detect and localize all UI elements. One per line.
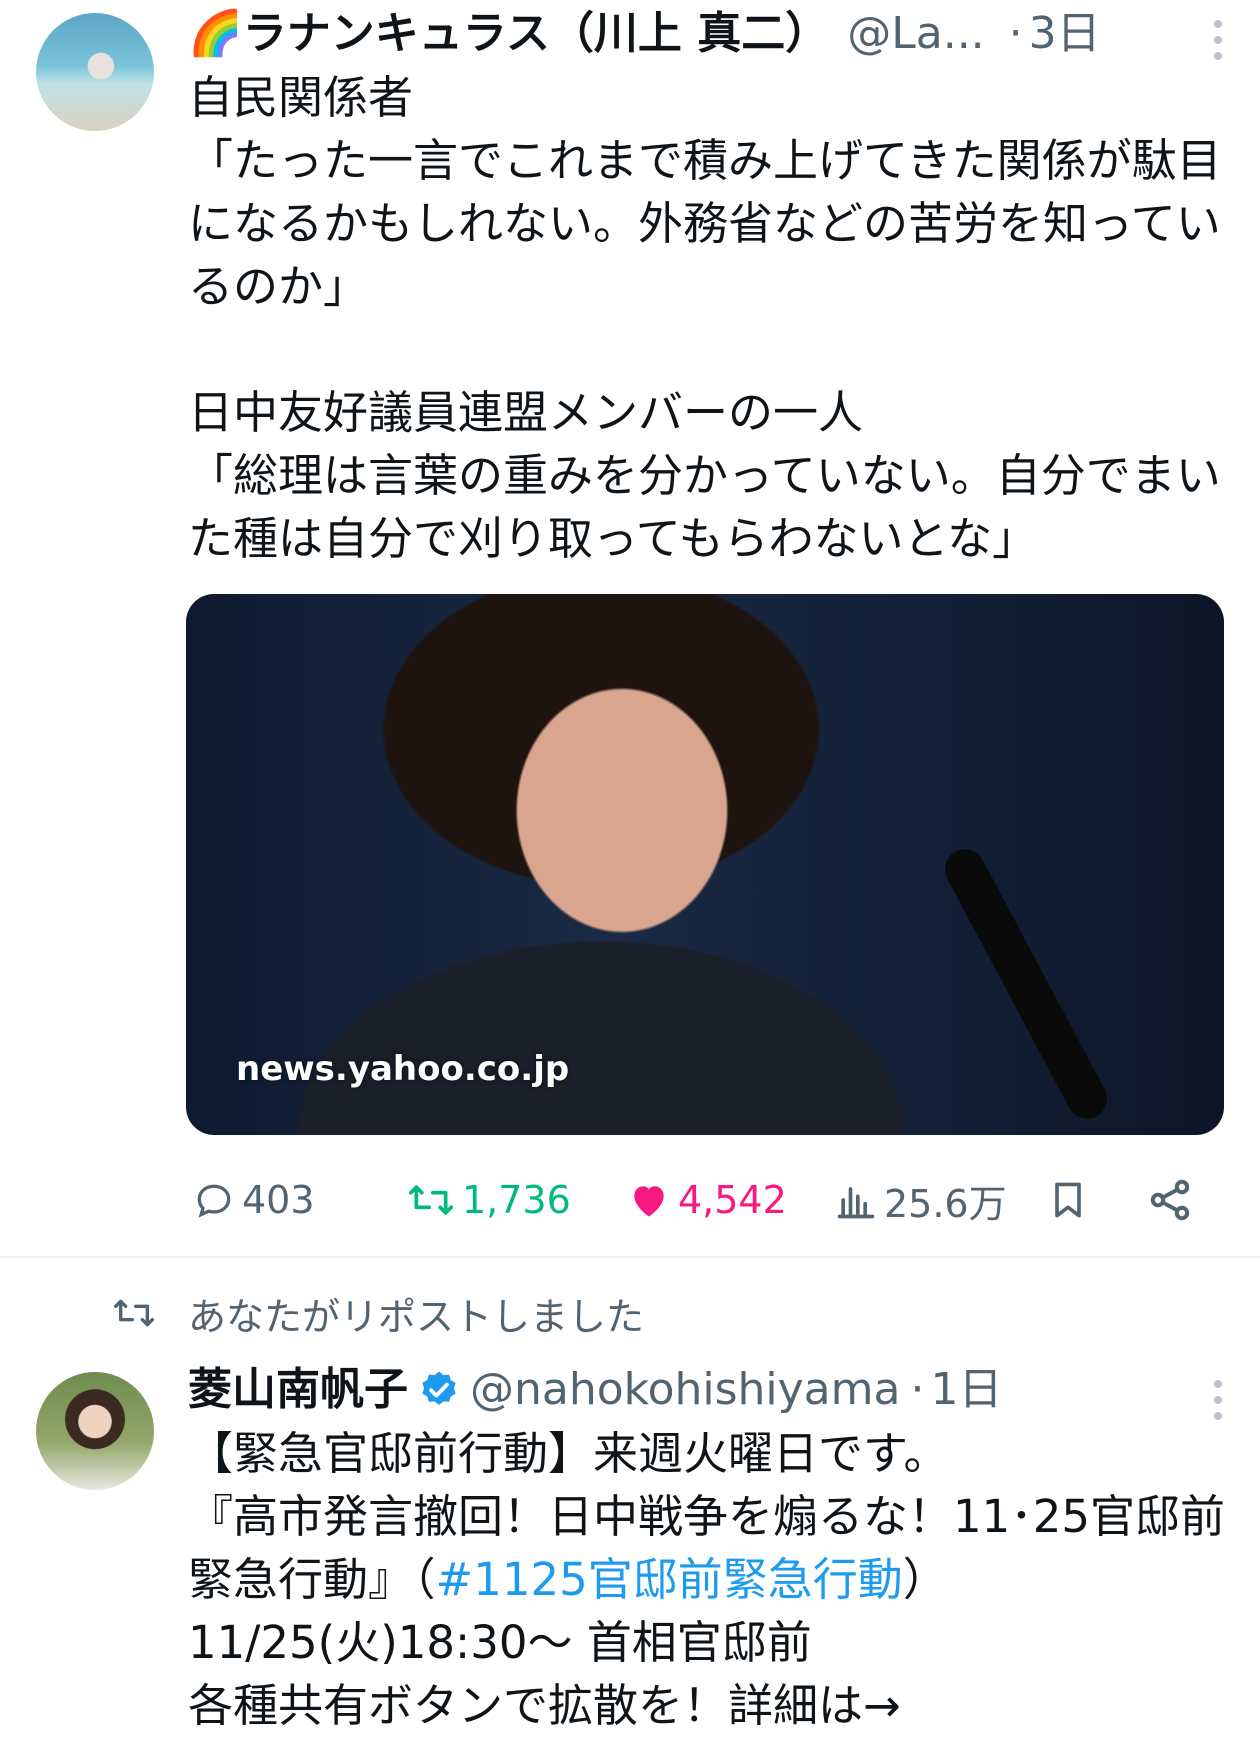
- repost-banner-text: あなたがリポストしました: [188, 1294, 645, 1339]
- like-button[interactable]: 4,542: [626, 1170, 787, 1230]
- avatar[interactable]: [36, 13, 154, 131]
- views-count: 25.6万: [884, 1181, 1007, 1226]
- tweet-text: 自民関係者 「たった一言でこれまで積み上げてきた関係が駄目になるかもしれない。外…: [188, 71, 1222, 565]
- user-handle[interactable]: @La...: [847, 6, 984, 62]
- separator-dot: ·: [910, 1364, 925, 1415]
- separator-dot: ·: [1008, 8, 1023, 59]
- action-bar: 403 1,736 4,542 25.6万: [188, 1170, 1208, 1230]
- repost-count: 1,736: [462, 1178, 571, 1222]
- like-count: 4,542: [678, 1178, 787, 1222]
- more-options-icon[interactable]: [1212, 20, 1224, 60]
- reply-icon: [197, 1184, 231, 1218]
- tweet-divider: [0, 1256, 1260, 1258]
- display-name[interactable]: 菱山南帆子: [188, 1362, 408, 1418]
- tweet-header: 🌈 ラナンキュラス（川上 真二） @La... · 3日: [188, 6, 1101, 62]
- tweet-line: 11/25(火)18:30〜 首相官邸前: [188, 1616, 812, 1669]
- bookmark-icon: [1055, 1182, 1081, 1218]
- rainbow-emoji: 🌈: [188, 8, 243, 59]
- hashtag-link[interactable]: #1125官邸前緊急行動: [436, 1553, 903, 1606]
- reply-button[interactable]: 403: [192, 1170, 315, 1230]
- tweet-image[interactable]: news.yahoo.co.jp: [186, 594, 1224, 1135]
- user-handle[interactable]: @nahokohishiyama: [470, 1362, 900, 1418]
- repost-icon: [113, 1299, 154, 1327]
- share-icon: [1150, 1179, 1190, 1221]
- tweet-line: ）: [902, 1553, 948, 1606]
- heart-icon: [634, 1186, 664, 1217]
- views-icon: [837, 1187, 875, 1219]
- verified-badge-icon: [422, 1371, 456, 1405]
- avatar[interactable]: [36, 1372, 154, 1490]
- tweet-line: 【緊急官邸前行動】来週火曜日です。: [188, 1427, 949, 1480]
- microphone-shape: [937, 842, 1115, 1126]
- repost-icon: [409, 1185, 453, 1215]
- tweet-line: 各種共有ボタンで拡散を！詳細は→: [188, 1679, 901, 1732]
- views-button[interactable]: 25.6万: [834, 1170, 1007, 1230]
- reply-count: 403: [242, 1178, 315, 1222]
- bookmark-button[interactable]: [1046, 1170, 1090, 1230]
- repost-button[interactable]: 1,736: [406, 1170, 571, 1230]
- share-button[interactable]: [1146, 1170, 1194, 1230]
- timestamp[interactable]: 3日: [1029, 6, 1101, 62]
- repost-banner: あなたがリポストしました: [110, 1283, 644, 1343]
- display-name[interactable]: ラナンキュラス（川上 真二）: [243, 6, 829, 62]
- tweet-text: 【緊急官邸前行動】来週火曜日です。 『高市発言撤回！日中戦争を煽るな！11･25…: [188, 1422, 1228, 1737]
- more-options-icon[interactable]: [1212, 1380, 1224, 1420]
- tweet-header: 菱山南帆子 @nahokohishiyama · 1日: [188, 1362, 1002, 1418]
- timestamp[interactable]: 1日: [930, 1362, 1002, 1418]
- link-caption[interactable]: news.yahoo.co.jp: [236, 1049, 569, 1089]
